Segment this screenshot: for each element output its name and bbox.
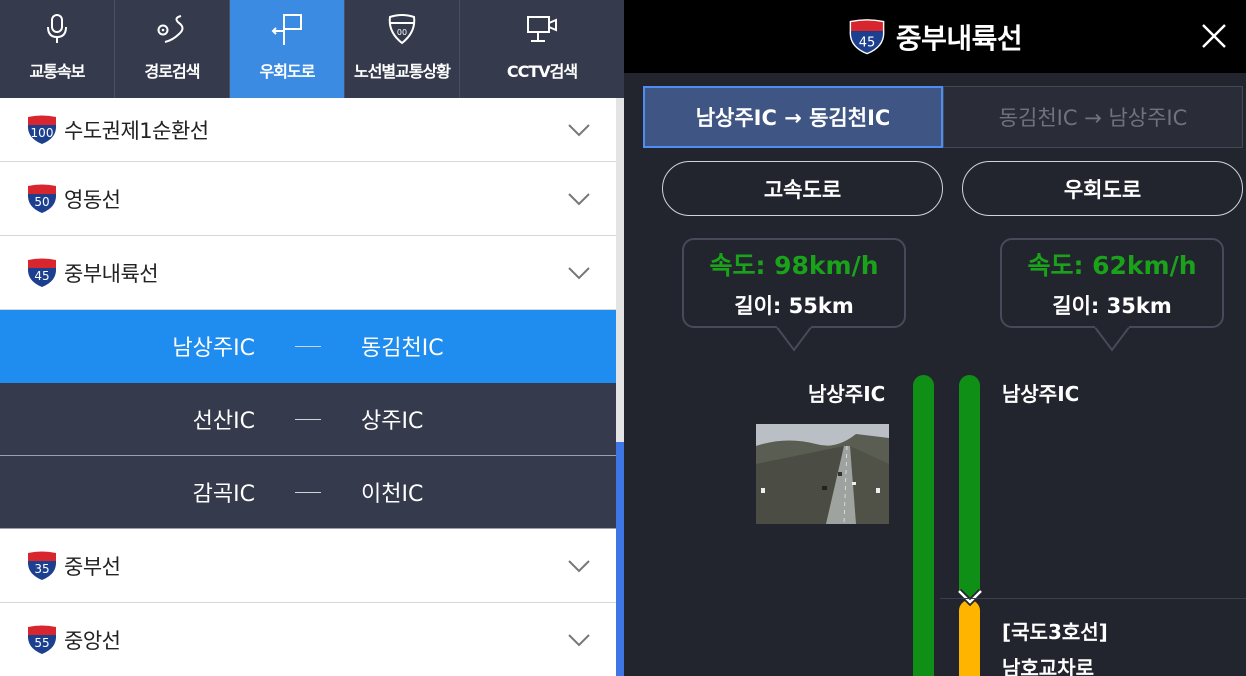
detail-title: 중부내륙선 (895, 21, 1023, 55)
highway-traffic-bar (913, 375, 934, 676)
highway-shield-icon: 35 (27, 551, 57, 580)
top-nav: 교통속보 경로검색 우회도로 00 노선별교통상황 CCTV검색 (0, 0, 624, 98)
section-row-selected[interactable]: 남상주IC 동김천IC (0, 310, 616, 383)
section-to: 동김천IC (361, 336, 444, 361)
highway-length: 길이: 55km (734, 294, 854, 318)
section-from: 감곡IC (192, 482, 255, 507)
nav-detour[interactable]: 우회도로 (230, 0, 345, 98)
highway-shield-icon: 100 (27, 115, 57, 144)
nav-traffic-news[interactable]: 교통속보 (0, 0, 115, 98)
route-icon (157, 15, 184, 43)
detour-button[interactable]: 우회도로 (962, 161, 1243, 216)
chevron-down-icon (568, 192, 590, 205)
nav-route-search[interactable]: 경로검색 (115, 0, 230, 98)
direction-tabs: 남상주IC → 동김천IC 동김천IC → 남상주IC (643, 86, 1243, 148)
road-name: 중부내륙선 (64, 261, 159, 286)
detour-via-point: 남호교차로 (1002, 656, 1094, 676)
detour-info-bubble: 속도: 62km/h 길이: 35km (1000, 238, 1224, 352)
svg-text:00: 00 (397, 28, 407, 37)
highway-shield-icon: 45 (849, 18, 885, 54)
chevron-down-icon (568, 123, 590, 136)
svg-text:100: 100 (31, 126, 54, 140)
scrollbar-thumb[interactable] (616, 442, 624, 676)
highway-start-label: 남상주IC (808, 382, 886, 406)
nav-label: CCTV검색 (506, 62, 578, 81)
nav-label: 우회도로 (259, 62, 316, 81)
detour-traffic-bar-orange (959, 600, 980, 676)
section-row[interactable]: 감곡IC 이천IC (0, 456, 616, 529)
road-row-45[interactable]: 45 중부내륙선 (0, 236, 616, 310)
section-from: 선산IC (192, 409, 255, 434)
road-row-55[interactable]: 55 중앙선 (0, 603, 616, 676)
svg-text:50: 50 (34, 195, 49, 209)
section-row[interactable]: 선산IC 상주IC (0, 383, 616, 456)
bubble-pointer (1093, 326, 1131, 352)
highway-shield-icon: 55 (27, 625, 57, 654)
section-dash (295, 345, 321, 347)
bubble-pointer (775, 326, 813, 352)
nav-cctv-search[interactable]: CCTV검색 (460, 0, 624, 98)
section-to: 상주IC (361, 409, 424, 434)
microphone-icon (47, 14, 67, 43)
svg-text:45: 45 (859, 35, 876, 50)
detour-speed: 속도: 62km/h (1027, 251, 1197, 280)
highway-button[interactable]: 고속도로 (662, 161, 943, 216)
close-icon[interactable] (1200, 22, 1228, 50)
section-divider (940, 598, 1246, 599)
section-dash (295, 418, 321, 420)
road-name: 중부선 (64, 554, 121, 579)
detour-traffic-bar-green (959, 375, 980, 600)
section-to: 이천IC (361, 482, 424, 507)
chevron-down-icon (568, 266, 590, 279)
cctv-camera-icon (527, 16, 557, 42)
highway-speed: 속도: 98km/h (709, 251, 879, 280)
road-name: 중앙선 (64, 628, 121, 653)
detour-sign-icon (271, 14, 302, 45)
detour-via-road: [국도3호선] (1002, 620, 1108, 644)
nav-label: 노선별교통상황 (353, 62, 451, 81)
road-row-100[interactable]: 100 수도권제1순환선 (0, 98, 616, 162)
svg-text:35: 35 (34, 562, 49, 576)
section-dash (295, 491, 321, 493)
highway-shield-icon: 45 (27, 258, 57, 287)
chevron-down-icon (568, 633, 590, 646)
road-list: 100 수도권제1순환선 50 영동선 45 중부내륙선 남상주IC 동김천IC… (0, 98, 616, 676)
cctv-thumbnail[interactable] (756, 424, 889, 524)
list-scrollbar[interactable] (616, 98, 624, 676)
left-panel: 교통속보 경로검색 우회도로 00 노선별교통상황 CCTV검색 100 수도권… (0, 0, 624, 676)
road-name: 영동선 (64, 187, 121, 212)
chevron-down-icon (956, 588, 984, 607)
section-from: 남상주IC (172, 336, 255, 361)
highway-shield-icon: 00 (388, 14, 416, 45)
tab-direction-forward[interactable]: 남상주IC → 동김천IC (643, 86, 943, 148)
detail-panel: 45 중부내륙선 남상주IC → 동김천IC 동김천IC → 남상주IC 고속도… (624, 0, 1246, 676)
detour-start-label: 남상주IC (1002, 382, 1080, 406)
detour-length: 길이: 35km (1052, 294, 1172, 318)
chevron-down-icon (568, 559, 590, 572)
nav-label: 경로검색 (144, 62, 201, 81)
road-name: 수도권제1순환선 (64, 118, 209, 143)
svg-text:45: 45 (34, 269, 49, 283)
highway-info-bubble: 속도: 98km/h 길이: 55km (682, 238, 906, 352)
highway-shield-icon: 50 (27, 184, 57, 213)
nav-label: 교통속보 (29, 62, 86, 81)
detail-header: 45 중부내륙선 (624, 0, 1246, 73)
nav-route-traffic[interactable]: 00 노선별교통상황 (345, 0, 460, 98)
tab-direction-reverse[interactable]: 동김천IC → 남상주IC (943, 86, 1243, 148)
svg-text:55: 55 (34, 636, 49, 650)
road-row-35[interactable]: 35 중부선 (0, 529, 616, 603)
road-row-50[interactable]: 50 영동선 (0, 162, 616, 236)
